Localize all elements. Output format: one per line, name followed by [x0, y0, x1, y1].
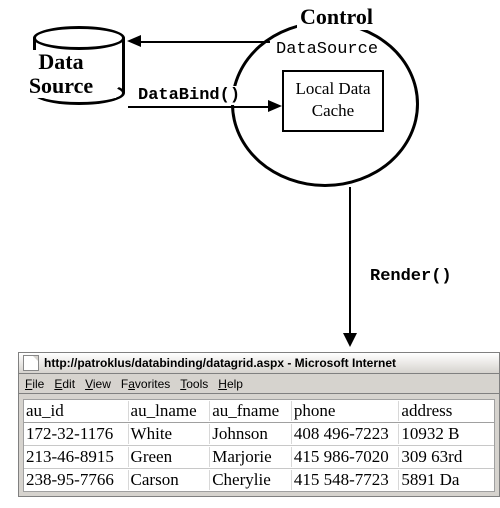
arrow-datasource-head [127, 35, 141, 47]
menu-file[interactable]: File [25, 377, 44, 391]
data-source-label: Data Source [6, 50, 116, 98]
col-phone: phone [292, 401, 400, 421]
table-row[interactable]: 238-95-7766 Carson Cherylie 415 548-7723… [24, 469, 494, 491]
menu-favorites[interactable]: Favorites [121, 377, 170, 391]
col-au-lname: au_lname [129, 401, 211, 421]
col-address: address [399, 401, 494, 421]
arrow-databind-head [268, 100, 282, 112]
menu-help[interactable]: Help [218, 377, 243, 391]
menu-edit[interactable]: Edit [54, 377, 75, 391]
browser-title-bar: http://patroklus/databinding/datagrid.as… [18, 352, 500, 374]
render-label: Render() [370, 267, 452, 286]
col-au-id: au_id [24, 401, 129, 421]
table-row[interactable]: 172-32-1176 White Johnson 408 496-7223 1… [24, 423, 494, 446]
arrow-render-head [343, 333, 357, 347]
diagram-canvas: Data Source Control DataSource Local Dat… [0, 0, 500, 508]
browser-client-area: au_id au_lname au_fname phone address 17… [18, 394, 500, 497]
table-row[interactable]: 213-46-8915 Green Marjorie 415 986-7020 … [24, 446, 494, 469]
databind-label: DataBind() [136, 86, 242, 105]
data-grid[interactable]: au_id au_lname au_fname phone address 17… [23, 399, 495, 492]
col-au-fname: au_fname [210, 401, 292, 421]
control-title: Control [297, 4, 376, 30]
local-data-cache-box: Local Data Cache [282, 70, 384, 132]
arrow-databind [128, 106, 268, 108]
menu-view[interactable]: View [85, 377, 111, 391]
browser-title-text: http://patroklus/databinding/datagrid.as… [44, 356, 396, 370]
arrow-datasource [140, 41, 270, 43]
menu-tools[interactable]: Tools [180, 377, 208, 391]
grid-header-row: au_id au_lname au_fname phone address [24, 400, 494, 423]
browser-window: http://patroklus/databinding/datagrid.as… [18, 352, 500, 508]
page-icon [23, 355, 39, 371]
browser-menu-bar[interactable]: File Edit View Favorites Tools Help [18, 374, 500, 394]
datasource-property: DataSource [276, 40, 378, 59]
arrow-render [349, 187, 351, 333]
